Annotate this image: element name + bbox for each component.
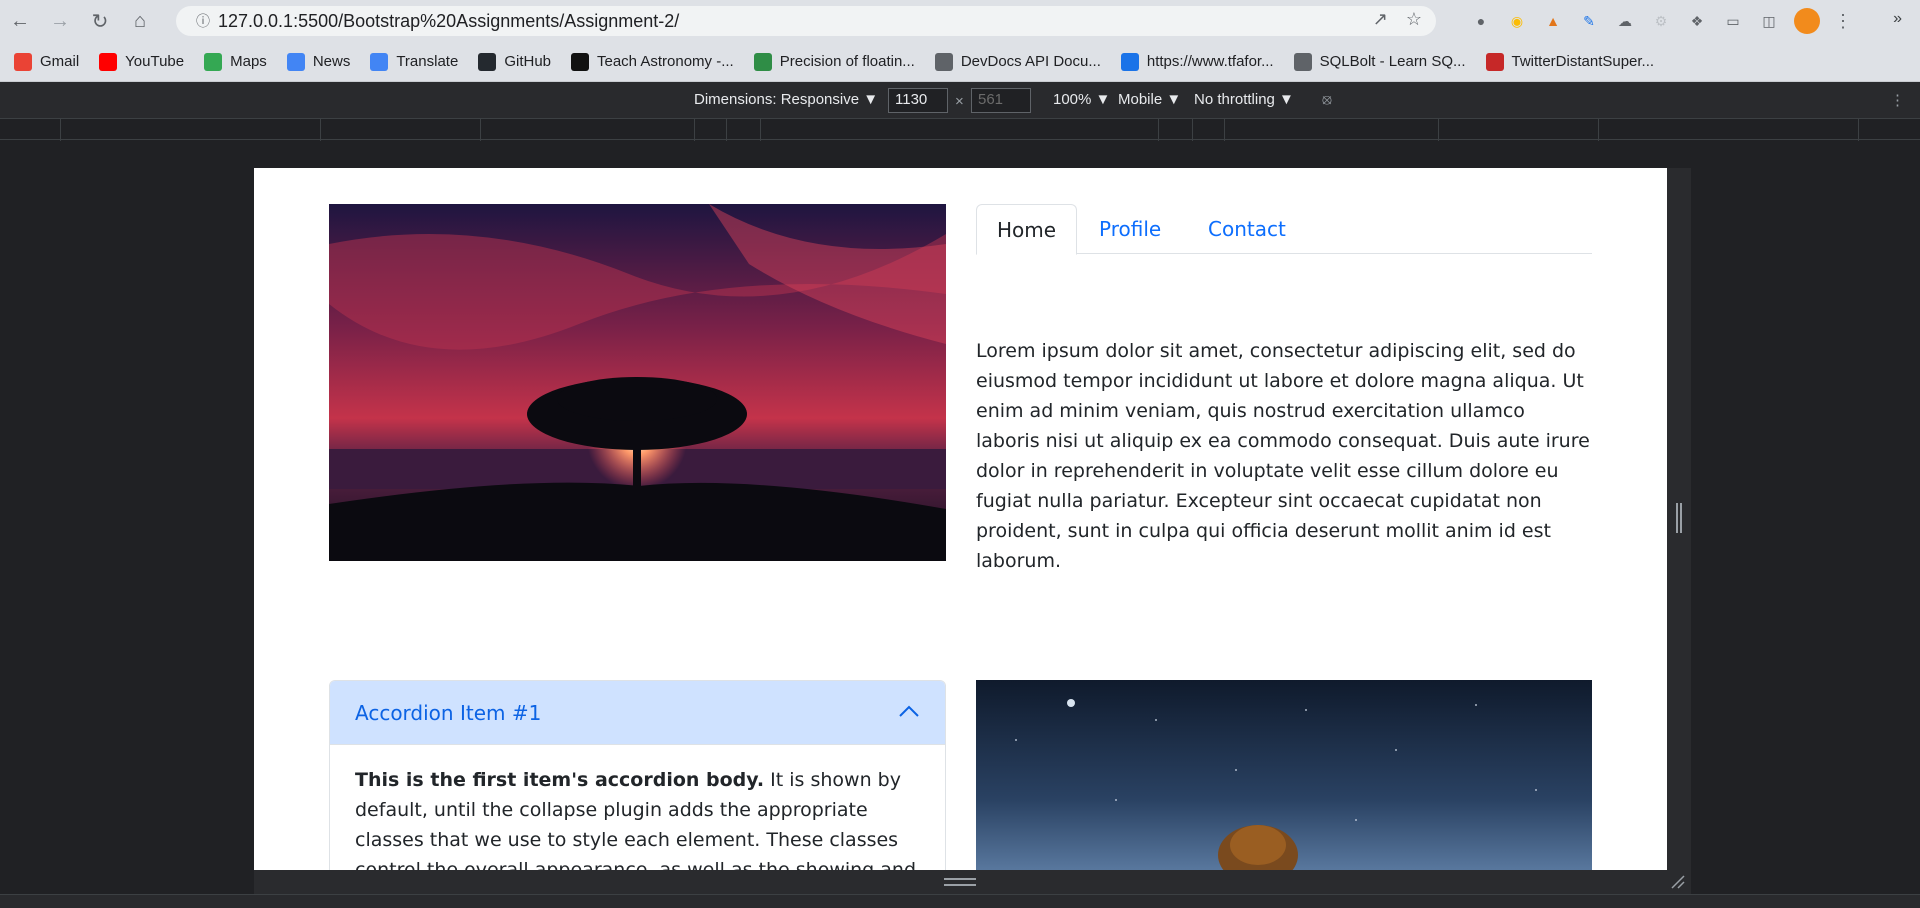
bookmark-favicon-icon (934, 52, 953, 71)
extension-gear-icon[interactable]: ⚙ (1650, 10, 1672, 32)
bookmark-item[interactable]: Maps (204, 52, 267, 71)
bookmarks-overflow-button[interactable]: » (1893, 10, 1902, 28)
accordion-item-1-button[interactable]: Accordion Item #1 (330, 681, 945, 745)
viewport-width-handle[interactable] (1676, 503, 1682, 533)
bookmark-item[interactable]: https://www.tfafor... (1120, 52, 1274, 71)
bookmark-favicon-icon (14, 52, 32, 71)
bookmark-favicon-icon (571, 52, 589, 71)
bookmarks-bar: Gmail YouTube Maps News Translate GitHub Teach… (0, 42, 1920, 82)
throttling-dropdown[interactable]: No throttling ▼ (1194, 91, 1294, 108)
bookmark-favicon-icon (370, 52, 389, 71)
tab-profile[interactable]: Profile (1079, 204, 1181, 255)
zoom-dropdown[interactable]: 100% ▼ (1053, 91, 1110, 108)
bookmark-favicon-icon (753, 52, 772, 71)
extension-cloud-icon[interactable]: ☁ (1614, 10, 1636, 32)
rotate-icon[interactable]: ⦻ (1322, 91, 1332, 108)
bookmark-item[interactable]: DevDocs API Docu... (934, 52, 1101, 71)
bookmark-label: TwitterDistantSuper... (1511, 53, 1655, 70)
resize-corner-icon[interactable] (1670, 874, 1686, 890)
extensions-puzzle-icon[interactable]: ❖ (1686, 10, 1708, 32)
bookmark-label: News (312, 53, 351, 70)
extension-bug-icon[interactable]: ● (1470, 10, 1492, 32)
extension-color-icon[interactable]: ◉ (1506, 10, 1528, 32)
address-bar[interactable]: ⓘ 127.0.0.1:5500/Bootstrap%20Assignments… (176, 6, 1436, 36)
reload-icon[interactable]: ↻ (80, 0, 120, 42)
bookmark-label: Precision of floatin... (779, 53, 915, 70)
side-panel-icon[interactable]: ◫ (1758, 10, 1780, 32)
dimension-separator: × (955, 93, 964, 110)
bookmark-label: DevDocs API Docu... (960, 53, 1101, 70)
home-icon[interactable]: ⌂ (120, 0, 160, 42)
bookmark-favicon-icon (204, 52, 223, 71)
bookmark-label: Translate (396, 53, 459, 70)
url-text: 127.0.0.1:5500/Bootstrap%20Assignments/A… (218, 10, 680, 31)
bookmark-label: YouTube (125, 53, 185, 70)
site-info-icon[interactable]: ⓘ (188, 11, 218, 31)
tab-contact[interactable]: Contact (1188, 204, 1306, 255)
bookmark-label: GitHub (504, 53, 551, 70)
forward-icon[interactable]: → (40, 0, 80, 42)
profile-avatar[interactable] (1794, 8, 1820, 34)
device-type-dropdown[interactable]: Mobile ▼ (1118, 91, 1181, 108)
browser-menu-icon[interactable]: ⋮ (1834, 11, 1852, 32)
bookmark-item[interactable]: GitHub (478, 52, 551, 71)
bookmark-label: Gmail (40, 53, 80, 70)
bookmark-favicon-icon (1485, 52, 1504, 71)
metamask-icon[interactable]: ▲ (1542, 10, 1564, 32)
bookmark-label: https://www.tfafor... (1146, 53, 1274, 70)
bookmark-favicon-icon (286, 52, 305, 71)
accordion-item-1-body: This is the first item's accordion body.… (330, 745, 945, 870)
viewport-width-input[interactable]: 1130 (888, 88, 948, 113)
device-toolbar: Dimensions: Responsive ▼ 1130 × 561 100%… (0, 82, 1920, 118)
extension-pen-icon[interactable]: ✎ (1578, 10, 1600, 32)
bookmark-item[interactable]: News (286, 52, 351, 71)
browser-toolbar: ← → ↻ ⌂ ⓘ 127.0.0.1:5500/Bootstrap%20Ass… (0, 0, 1920, 42)
sunset-tree-image (329, 204, 946, 561)
viewport-height-handle[interactable] (944, 878, 976, 886)
bookmark-item[interactable]: Teach Astronomy -... (571, 52, 734, 71)
bookmark-favicon-icon (1120, 52, 1139, 71)
bookmark-label: Teach Astronomy -... (597, 53, 734, 70)
media-query-ruler[interactable] (0, 118, 1920, 141)
bookmark-label: SQLBolt - Learn SQ... (1319, 53, 1466, 70)
bookmark-favicon-icon (1293, 52, 1312, 71)
bookmark-label: Maps (230, 53, 267, 70)
bookmark-favicon-icon (478, 52, 497, 71)
bookmark-favicon-icon (99, 52, 118, 71)
bookmark-item[interactable]: YouTube (99, 52, 185, 71)
night-tree-image (976, 680, 1592, 870)
bookmark-star-icon[interactable]: ☆ (1406, 9, 1422, 30)
bookmark-item[interactable]: Translate (370, 52, 459, 71)
tab-content-paragraph: Lorem ipsum dolor sit amet, consectetur … (976, 340, 1590, 572)
accordion-body-strong: This is the first item's accordion body. (355, 769, 765, 791)
dimensions-dropdown[interactable]: Dimensions: Responsive ▼ (694, 91, 878, 108)
bookmark-item[interactable]: TwitterDistantSuper... (1485, 52, 1655, 71)
page-viewport: Home Profile Contact Lorem ipsum dolor s… (254, 168, 1667, 870)
accordion-item-1-title: Accordion Item #1 (355, 700, 542, 725)
accordion: Accordion Item #1 This is the first item… (329, 680, 946, 870)
device-toolbar-menu-icon[interactable]: ⋮ (1890, 91, 1905, 109)
viewport-height-input[interactable]: 561 (971, 88, 1031, 113)
bookmark-item[interactable]: Gmail (14, 52, 80, 71)
bookmark-item[interactable]: SQLBolt - Learn SQ... (1293, 52, 1466, 71)
tab-home[interactable]: Home (976, 204, 1078, 255)
bookmark-item[interactable]: Precision of floatin... (753, 52, 915, 71)
chevron-up-icon (899, 705, 919, 717)
devtools-panel-tabs (0, 894, 1920, 908)
share-icon[interactable]: ↗ (1373, 9, 1388, 30)
nav-tabs: Home Profile Contact (976, 204, 1592, 255)
cast-icon[interactable]: ▭ (1722, 10, 1744, 32)
back-icon[interactable]: ← (0, 0, 40, 42)
